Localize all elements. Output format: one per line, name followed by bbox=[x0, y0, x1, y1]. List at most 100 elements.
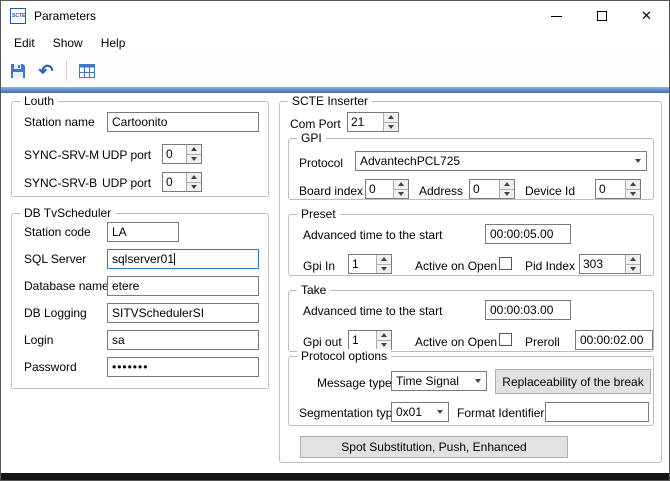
spinner-down-button[interactable] bbox=[187, 154, 201, 164]
spinner-up-button[interactable] bbox=[626, 255, 640, 264]
protocol-options-group: Protocol options Message type Time Signa… bbox=[288, 356, 654, 426]
spinner-down-button[interactable] bbox=[500, 189, 514, 199]
database-name-input[interactable]: etere bbox=[107, 276, 259, 296]
gpi-out-spinner[interactable]: 1 bbox=[348, 330, 392, 350]
spinner-up-button[interactable] bbox=[187, 173, 201, 182]
spinner-down-button[interactable] bbox=[384, 122, 398, 132]
menu-edit[interactable]: Edit bbox=[5, 33, 44, 53]
db-logging-input[interactable]: SITVSchedulerSI bbox=[107, 303, 259, 323]
login-input[interactable]: sa bbox=[107, 330, 259, 350]
message-type-label: Message type bbox=[317, 376, 392, 390]
spot-substitution-button[interactable]: Spot Substitution, Push, Enhanced bbox=[300, 436, 568, 458]
maximize-icon bbox=[597, 11, 607, 21]
chevron-down-icon bbox=[630, 159, 646, 163]
parameters-window: Parameters ✕ Edit Show Help bbox=[0, 0, 670, 481]
login-label: Login bbox=[24, 333, 53, 347]
protocol-options-group-title: Protocol options bbox=[297, 349, 391, 364]
protocol-label: Protocol bbox=[299, 156, 343, 170]
password-input[interactable]: ••••••• bbox=[107, 357, 259, 377]
chevron-down-icon bbox=[432, 410, 448, 414]
spinner-down-button[interactable] bbox=[394, 189, 408, 199]
text-caret bbox=[174, 253, 175, 265]
com-port-spinner[interactable]: 21 bbox=[347, 112, 399, 132]
take-advanced-time-input[interactable]: 00:00:03.00 bbox=[485, 300, 571, 320]
menu-show[interactable]: Show bbox=[44, 33, 92, 53]
device-id-spinner[interactable]: 0 bbox=[595, 179, 641, 199]
gpi-in-spinner[interactable]: 1 bbox=[348, 254, 392, 274]
spinner-down-button[interactable] bbox=[626, 264, 640, 274]
spinner-down-button[interactable] bbox=[377, 264, 391, 274]
grid-icon bbox=[78, 62, 96, 80]
protocol-dropdown[interactable]: AdvantechPCL725 bbox=[355, 151, 647, 171]
gpi-in-label: Gpi In bbox=[303, 259, 335, 273]
spinner-down-button[interactable] bbox=[626, 189, 640, 199]
sync-srv-m-udp-spinner[interactable]: 0 bbox=[162, 144, 202, 164]
preset-active-on-open-checkbox[interactable] bbox=[499, 257, 512, 270]
com-port-label: Com Port bbox=[290, 117, 341, 131]
take-group: Take Advanced time to the start 00:00:03… bbox=[288, 290, 654, 352]
take-active-on-open-label: Active on Open bbox=[415, 335, 497, 349]
station-code-input[interactable]: LA bbox=[107, 222, 179, 242]
spinner-up-button[interactable] bbox=[500, 180, 514, 189]
maximize-button[interactable] bbox=[579, 1, 624, 31]
window-controls: ✕ bbox=[534, 1, 669, 31]
spinner-up-button[interactable] bbox=[394, 180, 408, 189]
preset-advanced-time-input[interactable]: 00:00:05.00 bbox=[485, 224, 571, 244]
scte-inserter-group: SCTE Inserter Com Port 21 GPI Protocol A… bbox=[279, 101, 662, 463]
board-index-spinner[interactable]: 0 bbox=[365, 179, 409, 199]
spinner-down-button[interactable] bbox=[377, 340, 391, 350]
close-icon: ✕ bbox=[641, 8, 652, 24]
louth-group: Louth Station name Cartoonito SYNC-SRV-M… bbox=[11, 101, 269, 197]
take-active-on-open-checkbox[interactable] bbox=[499, 333, 512, 346]
spinner-down-button[interactable] bbox=[187, 182, 201, 192]
db-tvscheduler-group: DB TvScheduler Station code LA SQL Serve… bbox=[11, 213, 269, 389]
spinner-up-button[interactable] bbox=[626, 180, 640, 189]
sql-server-label: SQL Server bbox=[24, 252, 86, 266]
format-identifier-label: Format Identifier bbox=[457, 406, 544, 420]
app-icon bbox=[10, 8, 26, 24]
station-name-input[interactable]: Cartoonito bbox=[107, 112, 259, 132]
spinner-up-button[interactable] bbox=[377, 255, 391, 264]
db-group-title: DB TvScheduler bbox=[20, 206, 115, 221]
sync-srv-m-label: SYNC-SRV-M bbox=[24, 148, 99, 162]
sql-server-input[interactable]: sqlserver01 bbox=[107, 249, 259, 269]
station-code-label: Station code bbox=[24, 225, 91, 239]
save-icon bbox=[9, 62, 27, 80]
segmentation-type-dropdown[interactable]: 0x01 bbox=[391, 402, 449, 422]
pid-index-label: Pid Index bbox=[525, 259, 575, 273]
address-label: Address bbox=[419, 184, 463, 198]
close-button[interactable]: ✕ bbox=[624, 1, 669, 31]
segmentation-type-label: Segmentation type bbox=[299, 406, 399, 420]
titlebar: Parameters ✕ bbox=[1, 1, 669, 31]
preroll-label: Preroll bbox=[525, 335, 560, 349]
gpi-group-title: GPI bbox=[297, 131, 326, 146]
spinner-up-button[interactable] bbox=[187, 145, 201, 154]
pid-index-spinner[interactable]: 303 bbox=[579, 254, 641, 274]
database-name-label: Database name bbox=[24, 279, 109, 293]
sync-srv-b-udp-spinner[interactable]: 0 bbox=[162, 172, 202, 192]
preset-group: Preset Advanced time to the start 00:00:… bbox=[288, 214, 654, 276]
window-bottom-edge bbox=[1, 473, 669, 480]
spinner-up-button[interactable] bbox=[377, 331, 391, 340]
undo-icon: ↶ bbox=[38, 62, 53, 80]
station-name-label: Station name bbox=[24, 115, 95, 129]
gpi-group: GPI Protocol AdvantechPCL725 Board index… bbox=[288, 138, 654, 200]
password-label: Password bbox=[24, 360, 77, 374]
preset-active-on-open-label: Active on Open bbox=[415, 259, 497, 273]
format-identifier-input[interactable] bbox=[545, 402, 649, 422]
menu-help[interactable]: Help bbox=[92, 33, 135, 53]
preset-advanced-time-label: Advanced time to the start bbox=[303, 228, 442, 242]
spinner-up-button[interactable] bbox=[384, 113, 398, 122]
minimize-button[interactable] bbox=[534, 1, 579, 31]
message-type-dropdown[interactable]: Time Signal bbox=[391, 371, 487, 391]
address-spinner[interactable]: 0 bbox=[469, 179, 515, 199]
save-button[interactable] bbox=[7, 59, 29, 83]
undo-button[interactable]: ↶ bbox=[35, 59, 57, 83]
grid-button[interactable] bbox=[76, 59, 98, 83]
db-logging-label: DB Logging bbox=[24, 306, 87, 320]
replaceability-button[interactable]: Replaceability of the break bbox=[495, 369, 651, 394]
preset-group-title: Preset bbox=[297, 207, 340, 222]
sync-srv-b-label: SYNC-SRV-B bbox=[24, 176, 97, 190]
preroll-input[interactable]: 00:00:02.00 bbox=[575, 330, 653, 350]
board-index-label: Board index bbox=[299, 184, 363, 198]
